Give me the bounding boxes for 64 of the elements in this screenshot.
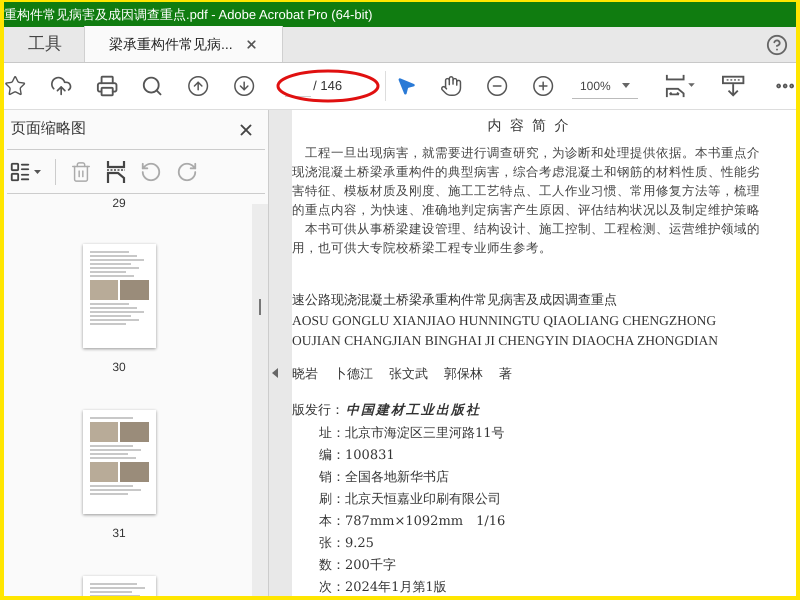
field-label: 张：	[319, 536, 345, 552]
help-icon[interactable]	[766, 34, 788, 56]
author-name: 张文武	[389, 366, 428, 384]
field-label: 销：	[319, 470, 345, 486]
paragraph-line: 的重点内容，为快速、准确地判定病害产生原因、评估结构状况以及制定维护策略	[292, 201, 761, 219]
paragraph-line: 现浇混凝土桥梁承重构件的典型病害，综合考虑混凝土和钢筋的材料性质、性能劣	[292, 163, 761, 181]
field-value: 全国各地新华书店	[345, 470, 449, 486]
collapse-arrow-icon[interactable]	[272, 368, 278, 378]
next-page-icon[interactable]	[232, 74, 256, 98]
star-icon[interactable]	[4, 74, 26, 98]
pinyin-title: OUJIAN CHANGJIAN BINGHAI JI CHENGYIN DIAOCHA ZHONGDIAN	[292, 332, 719, 350]
field-label: 数：	[319, 558, 345, 574]
panel-title: 页面缩略图	[11, 119, 86, 140]
field-value: 200千字	[345, 558, 396, 574]
fit-page-icon[interactable]	[665, 73, 698, 99]
hand-icon[interactable]	[440, 74, 462, 98]
close-icon[interactable]	[244, 38, 258, 50]
section-heading: 内 容 简 介	[487, 117, 571, 136]
field-label: 刷：	[319, 492, 345, 508]
publisher-name: 中国建材工业出版社	[346, 402, 481, 420]
scrollbar[interactable]	[252, 204, 268, 596]
author-name: 晓岩	[292, 366, 318, 384]
field-value: 2024年1月第1版	[345, 580, 447, 596]
field-label: 址：	[319, 426, 345, 442]
author-name: 郭保林	[444, 366, 483, 384]
field-label: 本：	[319, 514, 345, 530]
zoom-dropdown[interactable]: 100%	[572, 73, 638, 99]
keyboard-down-icon[interactable]	[722, 74, 745, 98]
author-name: 卜德江	[334, 366, 373, 384]
search-icon[interactable]	[141, 74, 164, 98]
scrollbar-thumb[interactable]	[259, 299, 261, 315]
caret-icon[interactable]	[34, 170, 41, 174]
field-label: 版发行：	[292, 402, 344, 420]
page-number: 31	[112, 525, 126, 542]
printer-icon[interactable]	[96, 74, 118, 98]
window-title: 重构件常见病害及成因调查重点.pdf - Adobe Acrobat Pro (64-bit)	[4, 6, 372, 24]
pinyin-title: AOSU GONGLU XIANJIAO HUNNINGTU QIAOLIANG CHENGZHONG	[292, 312, 718, 330]
field-value: 北京天恒嘉业印刷有限公司	[345, 492, 501, 508]
book-title: 速公路现浇混凝土桥梁承重构件常见病害及成因调查重点	[292, 292, 618, 310]
page-number: 29	[112, 196, 126, 210]
field-value: 9.25	[345, 536, 374, 552]
page-thumbnail[interactable]	[82, 410, 156, 514]
caret-icon	[622, 83, 630, 88]
field-value: 北京市海淀区三里河路11号	[345, 426, 505, 442]
field-label: 次：	[319, 580, 345, 596]
field-value: 787mm×1092mm 1/16	[345, 514, 506, 530]
options-icon[interactable]	[9, 160, 31, 182]
paragraph-line: 本书可供从事桥梁建设管理、结构设计、施工控制、工程检测、运营维护领域的	[304, 220, 761, 238]
field-value: 100831	[345, 448, 395, 464]
cloud-upload-icon[interactable]	[50, 74, 72, 98]
paragraph-line: 工程一旦出现病害，就需要进行调查研究，为诊断和处理提供依据。本书重点介	[304, 144, 761, 162]
tab[interactable]: 工具	[4, 26, 84, 62]
paragraph-line: 害特征、模板材质及刚度、施工工艺特点、工人作业习惯、常用修复方法等，梳理	[292, 182, 761, 200]
zoom-in-icon[interactable]	[532, 74, 554, 98]
page-number: 30	[112, 359, 126, 376]
zoom-out-icon[interactable]	[486, 74, 508, 98]
page-total: / 146	[313, 77, 342, 96]
author-name: 著	[499, 366, 512, 384]
field-label: 编：	[319, 448, 345, 464]
tab[interactable]: 梁承重构件常见病...	[84, 26, 283, 62]
page-thumbnail[interactable]	[82, 244, 156, 348]
previous-page-icon[interactable]	[187, 74, 210, 98]
insert-page-icon[interactable]	[106, 160, 126, 184]
paragraph-line: 用，也可供大专院校桥梁工程专业师生参考。	[292, 239, 553, 257]
